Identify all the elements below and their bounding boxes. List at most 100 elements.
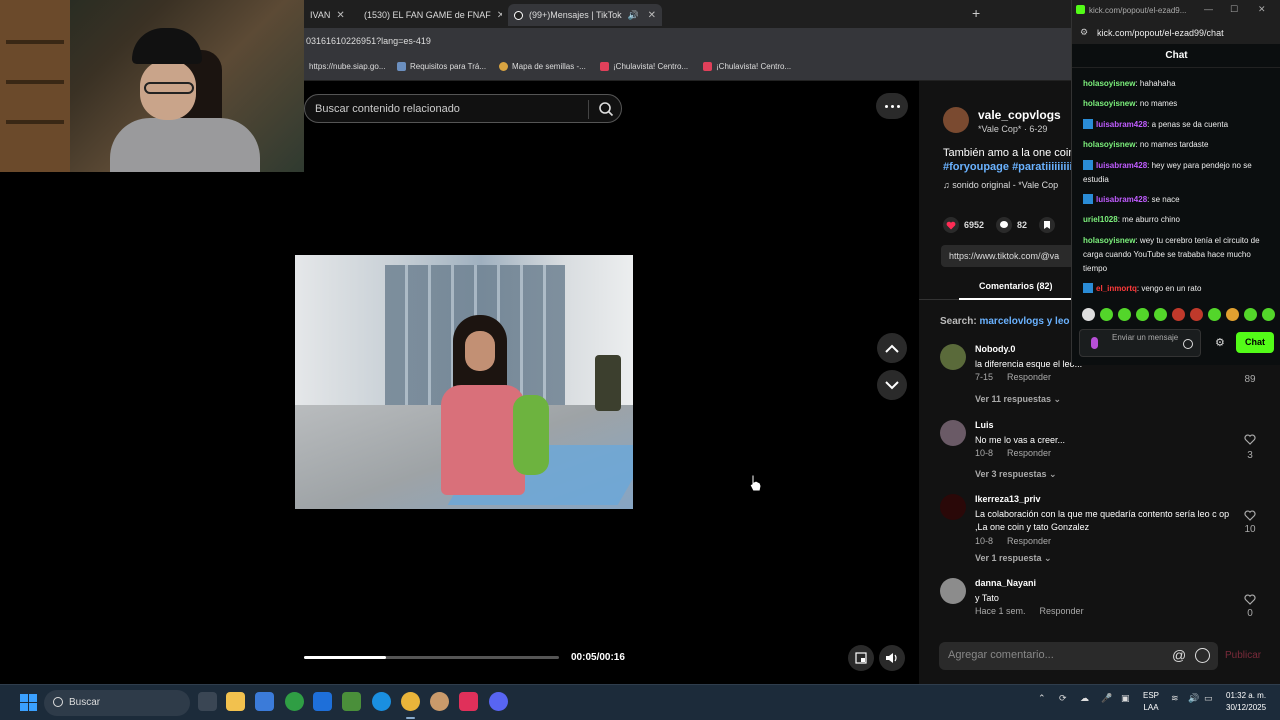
sound-label[interactable]: ♫ sonido original - *Vale Cop — [943, 180, 1058, 190]
chat-username[interactable]: uriel1028 — [1083, 215, 1118, 224]
emoji-icon[interactable] — [1195, 648, 1210, 663]
bookmark-item[interactable]: ¡Chulavista! Centro... — [600, 62, 688, 71]
battery-icon[interactable]: ▭ — [1204, 693, 1213, 704]
close-icon[interactable]: ✕ — [336, 10, 344, 21]
tray-sync-icon[interactable]: ⟳ — [1059, 693, 1067, 704]
task-view-icon[interactable] — [198, 692, 217, 711]
bookmark-item[interactable]: Requisitos para Trá... — [397, 62, 486, 71]
chrome-icon[interactable] — [401, 692, 420, 719]
chat-username[interactable]: luisabram428 — [1096, 195, 1147, 204]
reply-button[interactable]: Responder — [1007, 448, 1051, 458]
emote-icon[interactable] — [1082, 308, 1095, 321]
search-suggestion[interactable]: Search: marcelovlogs y leo — [940, 316, 1070, 327]
emote-icon[interactable] — [1172, 308, 1185, 321]
emote-icon[interactable] — [1262, 308, 1275, 321]
view-replies-button[interactable]: Ver 3 respuestas ⌄ — [975, 469, 1057, 480]
discord-icon[interactable] — [489, 692, 508, 711]
store-icon[interactable] — [255, 692, 274, 711]
reply-button[interactable]: Responder — [1007, 536, 1051, 546]
next-video-button[interactable] — [877, 370, 907, 400]
minimize-icon[interactable]: — — [1204, 4, 1213, 14]
reply-button[interactable]: Responder — [1007, 372, 1051, 382]
emote-icon[interactable] — [1244, 308, 1257, 321]
avatar[interactable] — [940, 494, 966, 520]
chat-username[interactable]: holasoyisnew — [1083, 79, 1135, 88]
previous-video-button[interactable] — [877, 333, 907, 363]
comment-author[interactable]: Ikerreza13_priv — [975, 494, 1041, 504]
chat-username[interactable]: holasoyisnew — [1083, 236, 1135, 245]
settings-gear-icon[interactable]: ⚙ — [1215, 336, 1225, 349]
bookmark-item[interactable]: ¡Chulavista! Centro... — [703, 62, 791, 71]
comment-author[interactable]: Nobody.0 — [975, 344, 1015, 354]
app-icon[interactable] — [313, 692, 332, 711]
minecraft-icon[interactable] — [342, 692, 361, 711]
view-replies-button[interactable]: Ver 1 respuesta ⌄ — [975, 553, 1052, 564]
wifi-icon[interactable]: ≋ — [1171, 693, 1179, 704]
emote-icon[interactable] — [1208, 308, 1221, 321]
tiktok-taskbar-icon[interactable] — [459, 692, 478, 711]
search-query[interactable]: marcelovlogs y leo — [979, 316, 1069, 327]
chat-username[interactable]: el_inmortq — [1096, 284, 1137, 293]
mic-icon[interactable] — [1091, 337, 1098, 349]
taskbar-search[interactable]: Buscar — [44, 690, 190, 716]
publish-button[interactable]: Publicar — [1225, 650, 1261, 661]
maximize-icon[interactable]: ☐ — [1230, 4, 1238, 15]
emote-icon[interactable] — [1154, 308, 1167, 321]
reply-button[interactable]: Responder — [1040, 606, 1084, 616]
tab-ivan[interactable]: IVAN ✕ — [304, 4, 348, 26]
chat-username[interactable]: luisabram428 — [1096, 120, 1147, 129]
kick-url[interactable]: kick.com/popout/el-ezad99/chat — [1097, 28, 1224, 38]
add-comment-input[interactable]: Agregar comentario... @ — [939, 642, 1218, 670]
taskbar-clock[interactable]: 01:32 a. m. 30/12/2025 — [1226, 690, 1266, 714]
heart-outline-icon[interactable] — [1243, 594, 1257, 605]
author-name[interactable]: vale_copvlogs — [978, 108, 1061, 122]
file-explorer-icon[interactable] — [226, 692, 245, 711]
site-info-icon[interactable]: ⚙ — [1080, 27, 1088, 38]
edge-icon[interactable] — [372, 692, 391, 711]
onedrive-icon[interactable]: ☁ — [1080, 693, 1089, 704]
new-tab-icon[interactable]: + — [972, 5, 980, 21]
mention-icon[interactable]: @ — [1172, 647, 1186, 663]
avatar[interactable] — [940, 420, 966, 446]
speaker-icon[interactable]: 🔊 — [628, 10, 639, 21]
related-search-input[interactable]: Buscar contenido relacionado — [304, 94, 622, 123]
tray-app-icon[interactable]: ▣ — [1121, 693, 1130, 704]
bookmark-item[interactable]: https://nube.siap.go... — [309, 62, 386, 71]
tab-comments[interactable]: Comentarios (82) — [979, 281, 1053, 291]
emote-icon[interactable] — [1136, 308, 1149, 321]
author-avatar[interactable] — [943, 107, 969, 133]
kick-address-bar[interactable]: ⚙ kick.com/popout/el-ezad99/chat — [1072, 22, 1280, 44]
emote-icon[interactable] — [1190, 308, 1203, 321]
tray-chevron-icon[interactable]: ⌃ — [1038, 693, 1046, 704]
search-icon[interactable] — [598, 101, 614, 117]
tab-tiktok[interactable]: (99+)Mensajes | TikTok 🔊 ✕ — [508, 4, 662, 26]
chat-message-input[interactable]: Enviar un mensaje — [1079, 329, 1201, 357]
bookmark-stat[interactable] — [1039, 217, 1056, 233]
comment-stat[interactable]: 82 — [996, 217, 1027, 233]
avatar[interactable] — [940, 578, 966, 604]
video-player[interactable] — [295, 255, 633, 509]
send-chat-button[interactable]: Chat — [1236, 332, 1274, 353]
comment-author[interactable]: Luis — [975, 420, 994, 430]
emote-icon[interactable] — [1100, 308, 1113, 321]
heart-outline-icon[interactable] — [1243, 434, 1257, 445]
more-options-button[interactable] — [876, 93, 908, 119]
video-progress-bar[interactable] — [304, 656, 559, 659]
volume-icon[interactable]: 🔊 — [1188, 693, 1199, 704]
emote-icon[interactable] — [1226, 308, 1239, 321]
comment-author[interactable]: danna_Nayani — [975, 578, 1036, 588]
chat-username[interactable]: holasoyisnew — [1083, 99, 1135, 108]
volume-button[interactable] — [879, 645, 905, 671]
like-stat[interactable]: 6952 — [943, 217, 984, 233]
tab-youtube[interactable]: (1530) EL FAN GAME de FNAF ✕ — [352, 4, 502, 26]
address-bar[interactable]: 03161610226951?lang=es-419 — [304, 28, 1071, 55]
avatar[interactable] — [940, 344, 966, 370]
bookmark-item[interactable]: Mapa de semillas -... — [499, 62, 586, 71]
close-icon[interactable]: ✕ — [497, 10, 502, 21]
windows-start-icon[interactable] — [20, 694, 37, 711]
url-text[interactable]: 03161610226951?lang=es-419 — [306, 36, 431, 46]
emoji-icon[interactable] — [1183, 339, 1193, 349]
view-replies-button[interactable]: Ver 11 respuestas ⌄ — [975, 394, 1061, 405]
language-indicator[interactable]: ESP LAA — [1143, 690, 1159, 714]
heart-outline-icon[interactable] — [1243, 510, 1257, 521]
